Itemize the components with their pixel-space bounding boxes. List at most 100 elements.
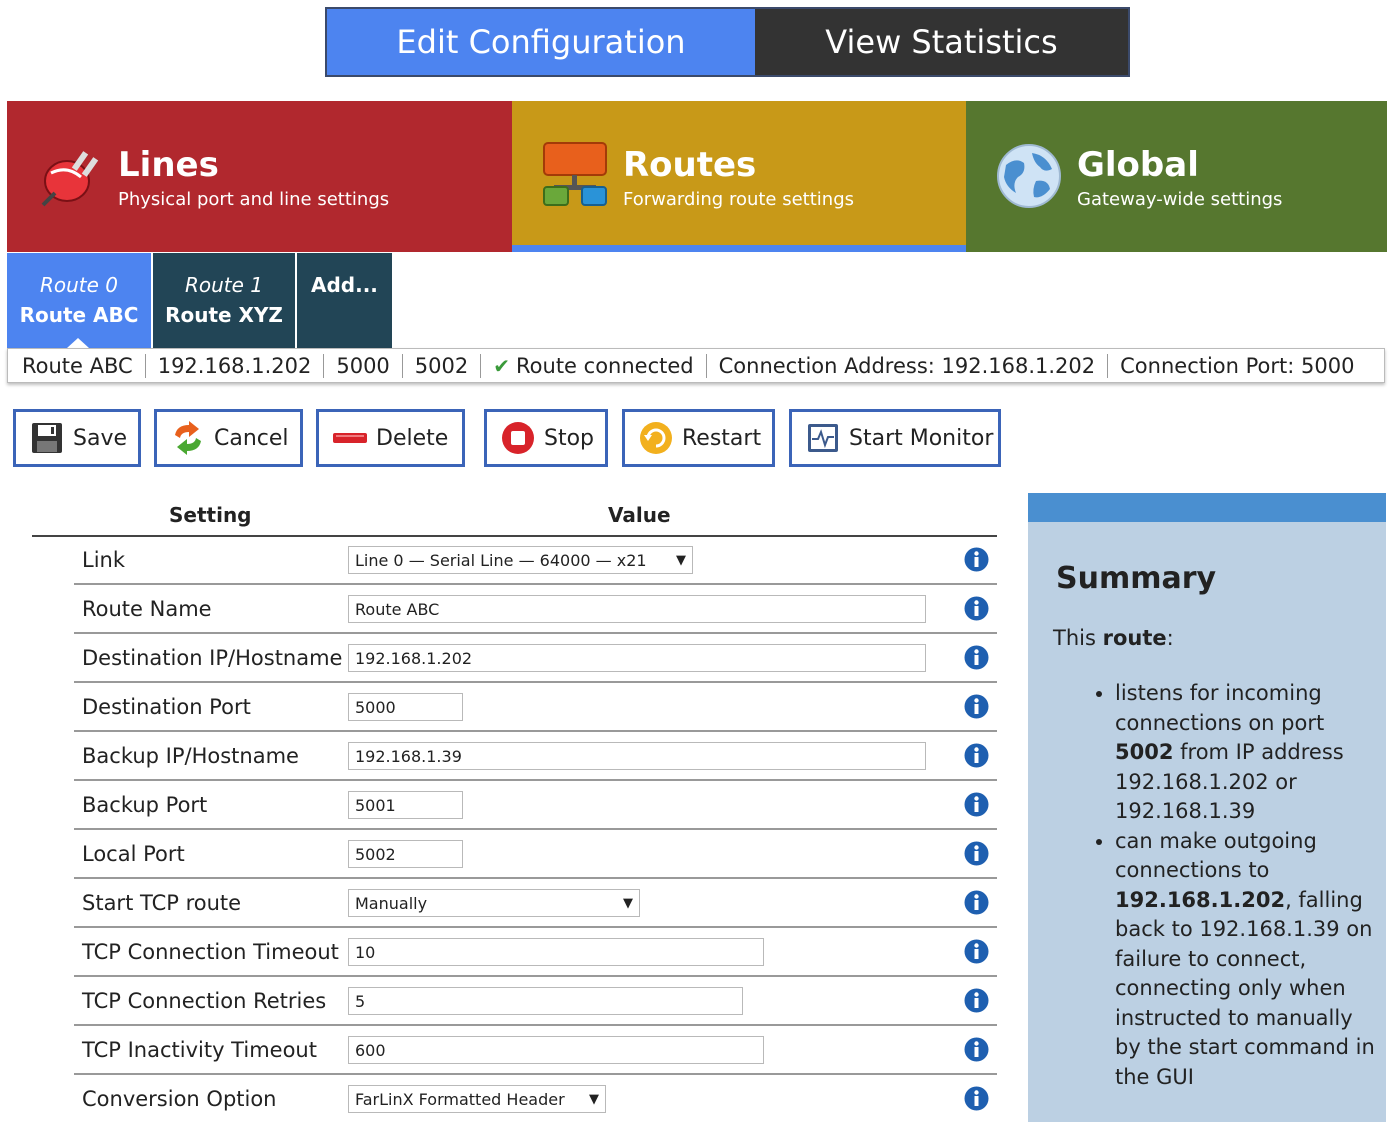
- setting-label: TCP Connection Retries: [82, 989, 327, 1013]
- add-route-label: Add...: [311, 273, 378, 297]
- summary-panel: Summary This route: listens for incoming…: [1028, 493, 1386, 1122]
- info-icon[interactable]: [964, 939, 989, 964]
- setting-label: Destination IP/Hostname: [82, 646, 343, 670]
- info-icon[interactable]: [964, 890, 989, 915]
- floppy-disk-icon: [30, 421, 64, 455]
- link-select[interactable]: Line 0 — Serial Line — 64000 — x21 ▼: [348, 546, 693, 574]
- setting-label: Conversion Option: [82, 1087, 277, 1111]
- setting-row-tcp-inactivity-timeout: TCP Inactivity Timeout: [74, 1026, 997, 1075]
- start-tcp-route-select[interactable]: Manually ▼: [348, 889, 640, 917]
- column-setting: Setting: [169, 503, 252, 527]
- category-routes[interactable]: Routes Forwarding route settings: [512, 101, 966, 252]
- add-route-tab[interactable]: Add...: [297, 253, 392, 348]
- route-tab-0[interactable]: Route 0 Route ABC: [7, 253, 151, 348]
- setting-row-tcp-connection-timeout: TCP Connection Timeout: [74, 928, 997, 977]
- setting-label: Local Port: [82, 842, 185, 866]
- cancel-button[interactable]: Cancel: [154, 409, 303, 467]
- save-button[interactable]: Save: [13, 409, 141, 467]
- info-icon[interactable]: [964, 743, 989, 768]
- info-icon[interactable]: [964, 841, 989, 866]
- tcp-inactivity-timeout-input[interactable]: [348, 1036, 764, 1064]
- divider: [401, 353, 403, 378]
- info-icon[interactable]: [964, 596, 989, 621]
- divider: [480, 353, 482, 378]
- setting-label: Backup Port: [82, 793, 208, 817]
- setting-row-conversion-option: Conversion Option FarLinX Formatted Head…: [74, 1075, 997, 1124]
- category-routes-subtitle: Forwarding route settings: [623, 189, 855, 210]
- summary-text: can make outgoing connections to: [1115, 828, 1317, 883]
- summary-ip: 192.168.1.202: [1115, 887, 1286, 912]
- backup-port-input[interactable]: [348, 791, 463, 819]
- local-port-input[interactable]: [348, 840, 463, 868]
- route-status-strip: Route ABC 192.168.1.202 5000 5002 ✔ Rout…: [7, 348, 1385, 383]
- delete-button[interactable]: Delete: [316, 409, 465, 467]
- info-icon[interactable]: [964, 694, 989, 719]
- info-icon[interactable]: [964, 792, 989, 817]
- status-port-2: 5002: [414, 353, 469, 378]
- status-route-name: Route ABC: [22, 353, 133, 378]
- restart-button[interactable]: Restart: [622, 409, 775, 467]
- save-label: Save: [73, 425, 128, 451]
- setting-label: Start TCP route: [82, 891, 242, 915]
- setting-row-backup-port: Backup Port: [74, 781, 997, 830]
- setting-label: Link: [82, 548, 126, 572]
- summary-intro-bold: route: [1102, 626, 1167, 650]
- active-tab-caret: [67, 338, 89, 348]
- setting-row-backup-ip: Backup IP/Hostname: [74, 732, 997, 781]
- start-monitor-button[interactable]: Start Monitor: [789, 409, 1001, 467]
- info-icon[interactable]: [964, 1086, 989, 1111]
- tcp-connection-timeout-input[interactable]: [348, 938, 764, 966]
- category-lines[interactable]: Lines Physical port and line settings: [7, 101, 512, 252]
- info-icon[interactable]: [964, 645, 989, 670]
- summary-header-bar: [1028, 493, 1386, 522]
- route-tab-0-number: Route 0: [39, 273, 119, 297]
- delete-label: Delete: [376, 425, 449, 451]
- route-name-input[interactable]: [348, 595, 926, 623]
- conversion-option-select[interactable]: FarLinX Formatted Header ▼: [348, 1085, 606, 1113]
- dropdown-arrow-icon: ▼: [676, 552, 686, 568]
- view-statistics-tab[interactable]: View Statistics: [755, 9, 1128, 75]
- dropdown-arrow-icon: ▼: [623, 895, 633, 911]
- status-connection-address: Connection Address: 192.168.1.202: [718, 353, 1096, 378]
- start-monitor-label: Start Monitor: [849, 425, 994, 451]
- restart-icon: [639, 421, 673, 455]
- status-state: Route connected: [516, 353, 694, 378]
- setting-label: TCP Connection Timeout: [82, 940, 339, 964]
- category-global[interactable]: Global Gateway-wide settings: [966, 101, 1387, 252]
- destination-port-input[interactable]: [348, 693, 463, 721]
- edit-configuration-tab[interactable]: Edit Configuration: [327, 9, 755, 75]
- start-tcp-route-value: Manually: [355, 893, 428, 913]
- summary-text: , falling back to 192.168.1.39 on failur…: [1115, 887, 1375, 1089]
- divider: [705, 353, 707, 378]
- info-icon[interactable]: [964, 988, 989, 1013]
- destination-ip-input[interactable]: [348, 644, 926, 672]
- backup-ip-input[interactable]: [348, 742, 926, 770]
- summary-text: listens for incoming connections on port: [1115, 681, 1325, 735]
- view-toggle: Edit Configuration View Statistics: [325, 7, 1130, 77]
- cancel-label: Cancel: [214, 425, 289, 451]
- stop-button[interactable]: Stop: [484, 409, 608, 467]
- tcp-connection-retries-input[interactable]: [348, 987, 743, 1015]
- globe-icon: [997, 144, 1061, 208]
- setting-row-tcp-connection-retries: TCP Connection Retries: [74, 977, 997, 1026]
- checkmark-icon: ✔: [493, 353, 511, 378]
- refresh-arrows-icon: [171, 421, 205, 455]
- routes-icon: [543, 142, 607, 206]
- category-routes-title: Routes: [623, 145, 757, 185]
- summary-intro-suffix: :: [1166, 626, 1174, 650]
- restart-label: Restart: [682, 425, 762, 451]
- setting-row-destination-port: Destination Port: [74, 683, 997, 732]
- category-lines-subtitle: Physical port and line settings: [118, 189, 390, 210]
- route-tab-1[interactable]: Route 1 Route XYZ: [153, 253, 295, 348]
- route-tab-1-number: Route 1: [184, 273, 264, 297]
- info-icon[interactable]: [964, 1037, 989, 1062]
- setting-label: Destination Port: [82, 695, 251, 719]
- info-icon[interactable]: [964, 547, 989, 572]
- status-ip: 192.168.1.202: [157, 353, 312, 378]
- monitor-icon: [806, 421, 840, 455]
- category-global-subtitle: Gateway-wide settings: [1077, 189, 1283, 210]
- category-global-title: Global: [1077, 145, 1199, 185]
- setting-row-route-name: Route Name: [74, 585, 997, 634]
- setting-label: TCP Inactivity Timeout: [82, 1038, 317, 1062]
- setting-row-destination-ip: Destination IP/Hostname: [74, 634, 997, 683]
